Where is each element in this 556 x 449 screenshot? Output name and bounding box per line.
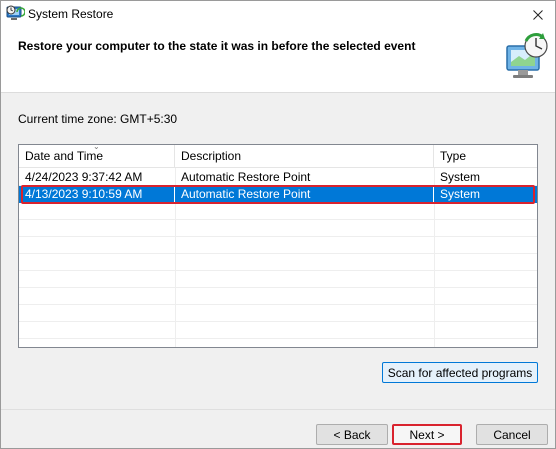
monitor-restore-icon — [505, 32, 551, 82]
column-header-date[interactable]: Date and Time ⌄ — [19, 145, 175, 167]
grid-line — [19, 236, 537, 237]
footer-divider — [1, 409, 555, 410]
restore-points-list[interactable]: Date and Time ⌄ Description Type 4/24/20… — [18, 144, 538, 348]
grid-line — [19, 219, 537, 220]
column-header-type[interactable]: Type — [434, 145, 537, 167]
scan-affected-programs-button[interactable]: Scan for affected programs — [382, 362, 538, 383]
table-row[interactable]: 4/24/2023 9:37:42 AM Automatic Restore P… — [19, 169, 537, 186]
timezone-label: Current time zone: GMT+5:30 — [18, 112, 178, 126]
row-type: System — [440, 170, 481, 184]
grid-line — [19, 338, 537, 339]
row-date: 4/24/2023 9:37:42 AM — [25, 170, 143, 184]
system-restore-icon — [5, 4, 26, 24]
grid-line — [19, 253, 537, 254]
back-button[interactable]: < Back — [316, 424, 388, 445]
grid-line — [19, 287, 537, 288]
selection-highlight-outline — [21, 185, 535, 204]
next-button[interactable]: Next > — [392, 424, 462, 445]
column-header-date-label: Date and Time — [25, 149, 104, 163]
wizard-header: Restore your computer to the state it wa… — [1, 28, 555, 93]
column-header-description[interactable]: Description — [175, 145, 434, 167]
close-button[interactable] — [521, 1, 555, 28]
cancel-button[interactable]: Cancel — [476, 424, 548, 445]
grid-line — [19, 321, 537, 322]
page-title: Restore your computer to the state it wa… — [18, 39, 416, 53]
system-restore-window: System Restore Restore your computer to … — [0, 0, 556, 449]
row-description: Automatic Restore Point — [181, 170, 311, 184]
sort-chevron-icon: ⌄ — [93, 144, 100, 151]
grid-line — [19, 270, 537, 271]
title-bar: System Restore — [1, 1, 555, 28]
list-body: 4/24/2023 9:37:42 AM Automatic Restore P… — [19, 168, 537, 347]
grid-line — [19, 304, 537, 305]
list-header: Date and Time ⌄ Description Type — [19, 145, 537, 168]
window-title: System Restore — [28, 7, 114, 21]
close-icon — [533, 9, 543, 20]
